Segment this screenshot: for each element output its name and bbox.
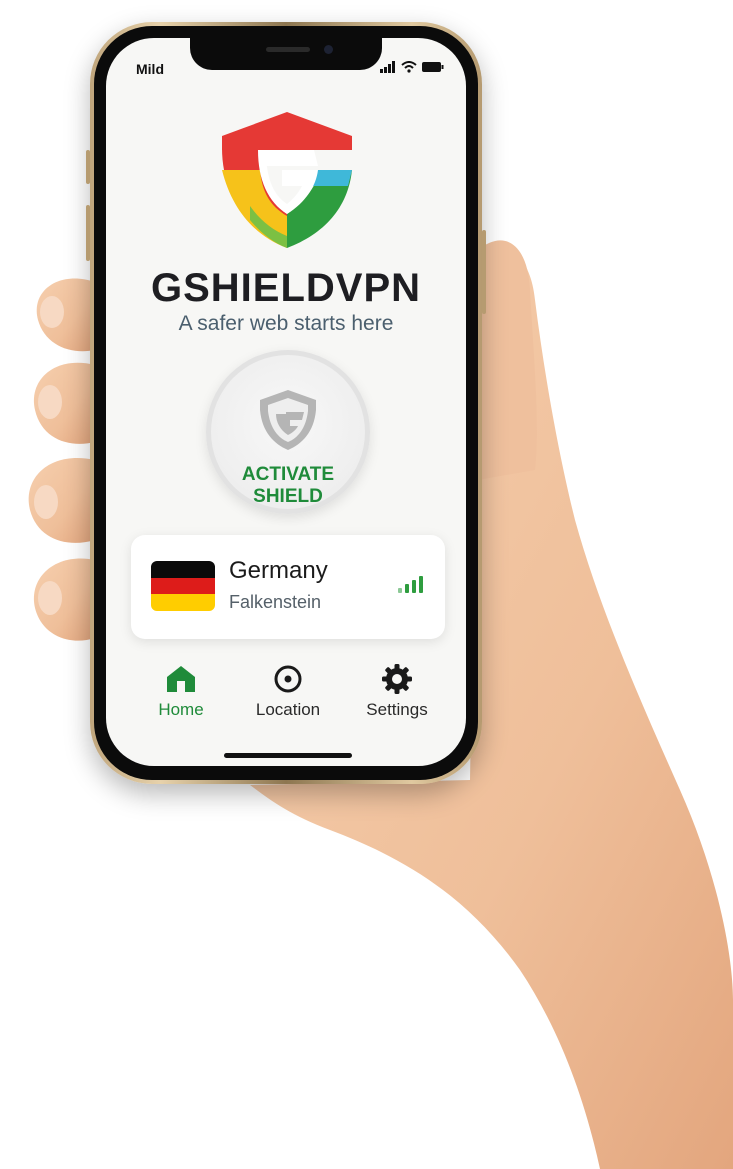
app-screen: Mild GSHIELDVPN A safer web starts here — [106, 38, 466, 766]
power-button — [482, 230, 486, 314]
app-title: GSHIELDVPN — [150, 266, 422, 310]
status-icons — [380, 60, 444, 74]
tab-location-label: Location — [255, 700, 321, 719]
status-time: Mild — [136, 61, 164, 77]
shield-g-icon — [260, 390, 316, 450]
activate-shield-label: ACTIVATE SHIELD — [241, 464, 335, 507]
signal-strength-icon — [398, 575, 423, 593]
volume-button — [86, 150, 90, 184]
wifi-icon — [401, 61, 417, 73]
tab-home-label: Home — [158, 700, 204, 719]
tab-location[interactable]: Location — [238, 662, 338, 720]
speaker-icon — [266, 47, 310, 52]
server-country: Germany — [229, 557, 328, 584]
tab-home[interactable]: Home — [131, 662, 231, 720]
app-tagline: A safer web starts here — [178, 312, 394, 335]
battery-icon — [422, 62, 444, 72]
bottom-tab-bar: Home Location Settings — [106, 662, 466, 732]
activate-shield-button[interactable]: ACTIVATE SHIELD — [206, 350, 370, 514]
tab-settings[interactable]: Settings — [347, 662, 447, 720]
gshield-logo-icon — [222, 112, 352, 248]
tab-settings-label: Settings — [366, 700, 428, 719]
server-location-card[interactable]: Germany Falkenstein — [131, 535, 445, 639]
gear-icon — [382, 664, 412, 694]
location-target-icon — [274, 665, 302, 693]
volume-button — [86, 205, 90, 261]
home-icon — [167, 666, 195, 692]
germany-flag-icon — [151, 561, 215, 611]
home-indicator[interactable] — [224, 753, 352, 758]
camera-icon — [324, 45, 333, 54]
notch — [190, 38, 382, 70]
cellular-signal-icon — [380, 61, 395, 73]
server-city: Falkenstein — [229, 592, 322, 612]
